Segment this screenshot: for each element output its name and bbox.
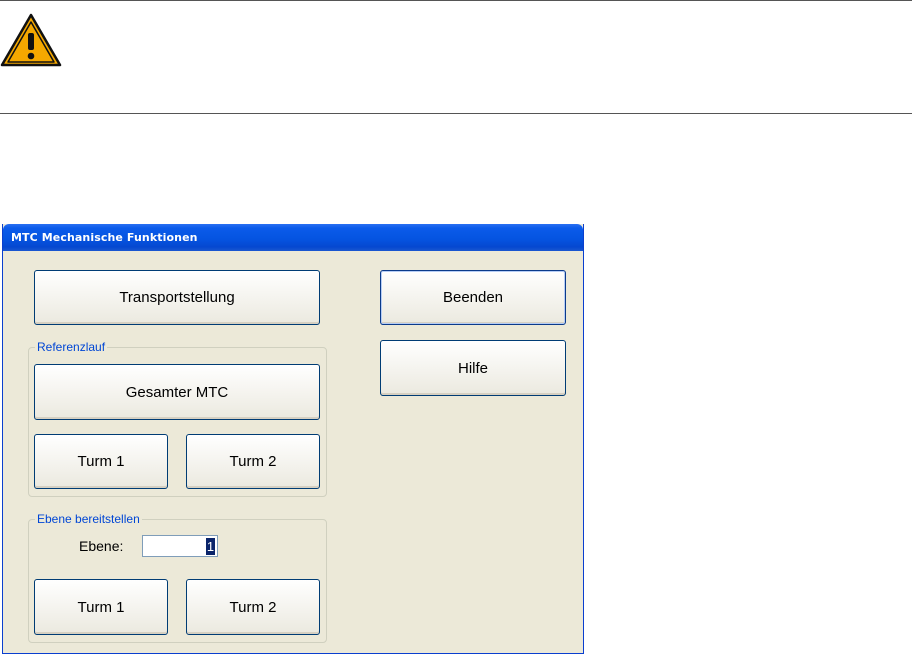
transport-position-button[interactable]: Transportstellung [34,270,320,325]
provide-tower-2-button[interactable]: Turm 2 [186,579,320,635]
level-label: Ebene: [79,538,124,554]
title-bar[interactable]: MTC Mechanische Funktionen [3,224,583,251]
provide-tower-1-button[interactable]: Turm 1 [34,579,168,635]
top-rule [0,0,912,1]
level-input-value: 1 [206,538,215,555]
help-button[interactable]: Hilfe [380,340,566,396]
dialog-client-area: Transportstellung Beenden Hilfe Referenz… [6,251,580,650]
exit-button[interactable]: Beenden [380,270,566,325]
reference-run-legend: Referenzlauf [35,340,108,354]
bottom-rule [0,113,912,114]
provide-level-legend: Ebene bereitstellen [35,512,142,526]
level-input[interactable]: 1 [142,535,218,557]
warning-icon [0,13,62,67]
mtc-dialog-window: MTC Mechanische Funktionen Transportstel… [2,224,584,654]
window-title: MTC Mechanische Funktionen [11,231,198,244]
reference-all-mtc-button[interactable]: Gesamter MTC [34,364,320,420]
reference-tower-1-button[interactable]: Turm 1 [34,434,168,489]
reference-tower-2-button[interactable]: Turm 2 [186,434,320,489]
